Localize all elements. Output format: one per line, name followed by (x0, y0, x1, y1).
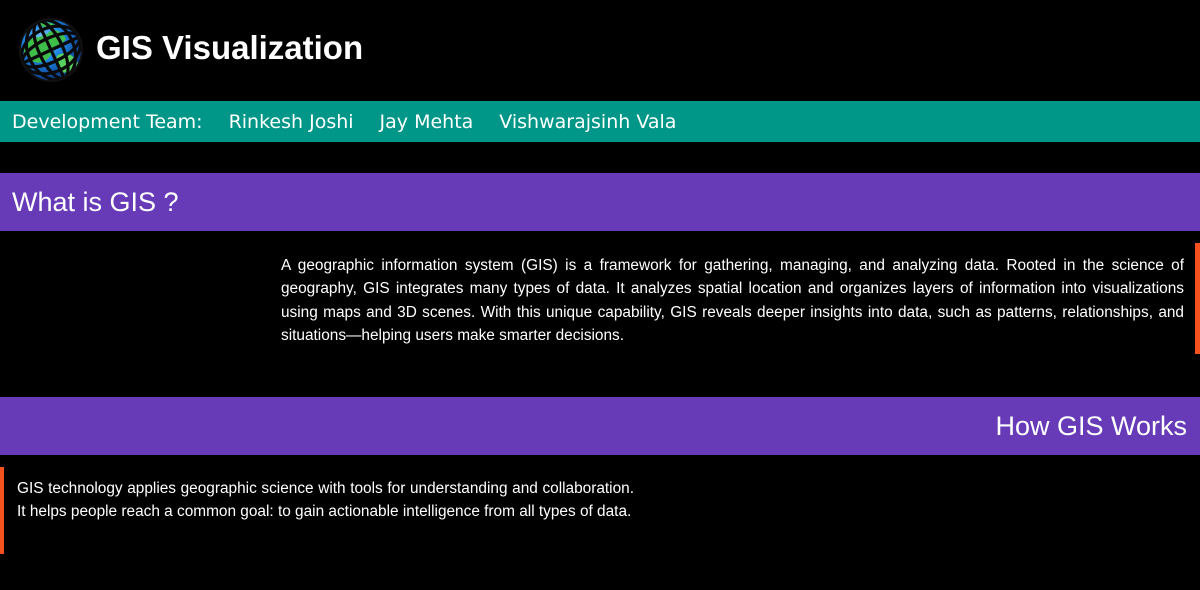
section-heading-what-is-gis: What is GIS ? (0, 173, 1200, 231)
site-header: GIS Visualization (0, 0, 1200, 100)
team-bar: Development Team: Rinkesh Joshi Jay Meht… (0, 101, 1200, 142)
team-member-jay-mehta[interactable]: Jay Mehta (380, 111, 474, 133)
team-member-vishwarajsinh-vala[interactable]: Vishwarajsinh Vala (499, 111, 676, 133)
section-heading-how-gis-works: How GIS Works (0, 397, 1200, 455)
accent-bar (1195, 243, 1200, 354)
accent-bar (0, 467, 4, 554)
site-title: GIS Visualization (96, 29, 364, 66)
team-member-rinkesh-joshi[interactable]: Rinkesh Joshi (229, 111, 354, 133)
team-label: Development Team: (12, 110, 203, 133)
section-body-how-gis-works: GIS technology applies geographic scienc… (17, 480, 634, 521)
globe-icon (19, 18, 83, 82)
section-body-what-is-gis: A geographic information system (GIS) is… (281, 257, 1184, 344)
